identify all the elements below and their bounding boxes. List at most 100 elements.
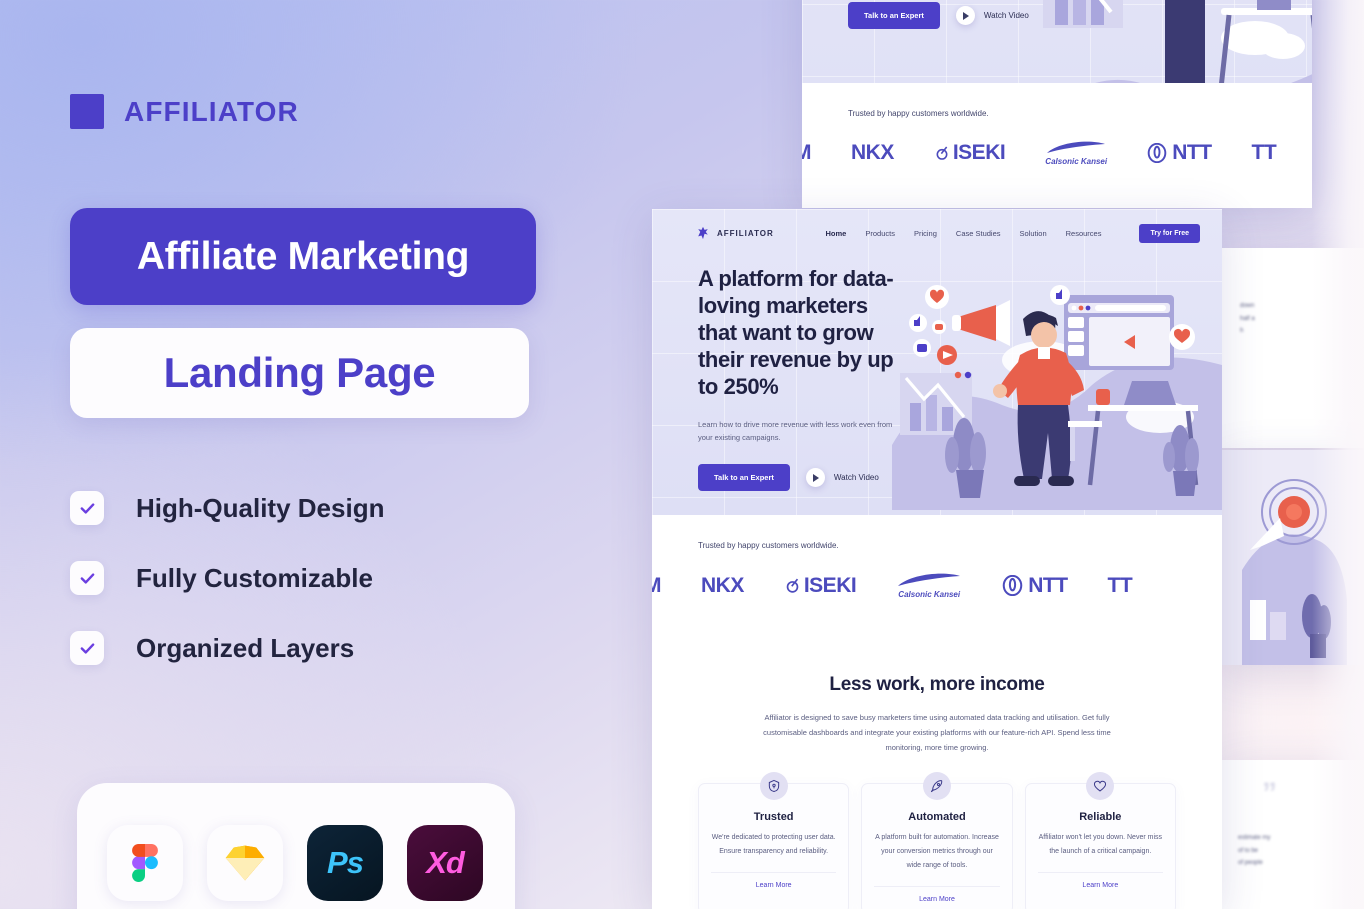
nav-link-products[interactable]: Products [865,229,895,238]
navbar: AFFILIATOR Home Products Pricing Case St… [652,209,1222,257]
logo-iseki-text: ISEKI [952,141,1006,164]
benefit-card-reliable[interactable]: Reliable Affiliator won't let you down. … [1024,772,1176,909]
logos-row: M NKX ISEKI Calsonic Kansei NTT TT [802,140,1312,166]
logo-nkx: NKX [851,141,894,164]
section-heading: Less work, more income [829,674,1045,695]
benefit-cards: Trusted We're dedicated to protecting us… [698,772,1176,909]
benefit-card-trusted[interactable]: Trusted We're dedicated to protecting us… [698,772,850,909]
feature-list: High-Quality Design Fully Customizable O… [70,487,384,697]
right-panel-line: estimate my [1238,835,1271,841]
logo-ntt: NTT [1147,141,1212,165]
watch-video-action[interactable]: Watch Video [955,6,1029,26]
nav-logo-text: AFFILIATOR [717,228,774,238]
badge-landing-page: Landing Page [70,328,529,418]
right-panel-line: half a [1240,315,1255,322]
benefit-card-title: Reliable [1079,811,1122,823]
section-paragraph: Affiliator is designed to save busy mark… [763,713,1111,752]
nav-link-home[interactable]: Home [826,229,847,238]
logos-title: Trusted by happy customers worldwide. [848,109,989,118]
logo-tt: TT [1251,141,1277,164]
check-icon [70,491,104,525]
feature-item: Fully Customizable [70,557,384,599]
logo-ntt-text: NTT [1172,141,1212,164]
nav-link-case-studies[interactable]: Case Studies [956,229,1001,238]
talk-to-expert-button[interactable]: Talk to an Expert [848,2,940,30]
mockup-preview-main: AFFILIATOR Home Products Pricing Case St… [652,209,1222,909]
right-panel-line: of to be [1238,847,1259,854]
watch-video-label: Watch Video [983,11,1029,21]
play-icon[interactable] [805,468,825,488]
logos-title: Trusted by happy customers worldwide. [698,541,839,550]
brand-square-icon [70,94,104,129]
calsonic-swoosh-icon [898,573,961,586]
hero-copy: A platform for data-loving marketers tha… [698,265,896,515]
logo-band-top: Trusted by happy customers worldwide. M … [802,83,1312,208]
feature-item: High-Quality Design [70,487,384,529]
talk-to-expert-button[interactable]: Talk to an Expert [698,464,790,492]
logo-iseki: ISEKI [934,141,1006,165]
mockup-preview-right-1: down half a h [1222,248,1364,448]
logo-calsonic-text: Calsonic Kansei [1045,157,1108,166]
logo-m: M [652,573,662,597]
hero-illustration [892,265,1222,515]
left-promo-panel: AFFILIATOR Affiliate Marketing Landing P… [0,0,600,909]
logo-iseki: ISEKI [784,574,857,598]
ntt-mark-icon [1002,575,1023,596]
star-logo-icon [698,226,708,240]
logo-nkx: NKX [701,573,744,597]
iseki-mark-icon [786,578,799,593]
figma-icon [107,825,183,901]
mockup-preview-top: Learn how to drive more revenue with les… [802,0,1312,208]
logo-tt: TT [1107,573,1133,597]
nav-logo[interactable]: AFFILIATOR [696,226,774,240]
photoshop-icon: Ps [307,825,383,901]
try-for-free-button[interactable]: Try for Free [1139,223,1200,243]
logo-m: M [802,141,812,164]
badge-secondary-label: Landing Page [163,349,436,396]
logo-ntt: NTT [1002,574,1068,598]
badge-primary-label: Affiliate Marketing [136,234,470,278]
brand: AFFILIATOR [70,94,299,129]
feature-label: Organized Layers [136,632,355,663]
nav-link-pricing[interactable]: Pricing [914,229,937,238]
heart-icon [1086,772,1115,800]
learn-more-link[interactable]: Learn More [711,872,837,899]
hero-section: AFFILIATOR Home Products Pricing Case St… [652,209,1222,515]
check-icon [70,561,104,595]
learn-more-link[interactable]: Learn More [874,886,1000,909]
hero-body: A platform for data-loving marketers tha… [652,257,1222,515]
watch-video-action[interactable]: Watch Video [805,468,879,488]
benefit-card-title: Trusted [753,811,794,823]
learn-more-link[interactable]: Learn More [1037,872,1163,899]
quote-mark-icon: ” [1262,777,1277,810]
photoshop-label: Ps [327,845,364,880]
logo-calsonic: Calsonic Kansei [896,572,962,599]
feature-item: Organized Layers [70,627,384,669]
check-icon [70,631,104,665]
brand-name: AFFILIATOR [124,95,299,127]
benefit-card-automated[interactable]: Automated A platform built for automatio… [861,772,1013,909]
iseki-mark-icon [936,146,948,160]
rocket-icon [922,772,951,800]
nav-links: Home Products Pricing Case Studies Solut… [826,223,1200,243]
hero-buttons: Talk to an Expert Watch Video [698,464,896,492]
ntt-mark-icon [1147,143,1167,163]
nav-link-solution[interactable]: Solution [1020,229,1047,238]
badge-affiliate-marketing: Affiliate Marketing [70,208,536,305]
mockup-preview-right-3: ” estimate my of to be of people [1222,760,1364,909]
hero-section-top: Learn how to drive more revenue with les… [802,0,1312,208]
benefits-section: Less work, more income Affiliator is des… [652,640,1222,909]
tool-compatibility-card: Ps Xd [77,783,515,909]
benefit-card-title: Automated [908,811,966,823]
nav-link-resources[interactable]: Resources [1066,229,1102,238]
hero-headline: A platform for data-loving marketers tha… [698,266,894,400]
play-icon[interactable] [955,6,975,26]
right-panel-1-body: down half a h [1222,248,1364,448]
right-panel-line: down [1240,303,1255,309]
shield-icon [759,772,788,800]
adobexd-icon: Xd [407,825,483,901]
logo-calsonic: Calsonic Kansei [1045,140,1107,166]
calsonic-swoosh-icon [1047,141,1106,153]
right-panel-line: of people [1238,860,1263,867]
right-panel-3-body: ” estimate my of to be of people [1222,760,1364,909]
